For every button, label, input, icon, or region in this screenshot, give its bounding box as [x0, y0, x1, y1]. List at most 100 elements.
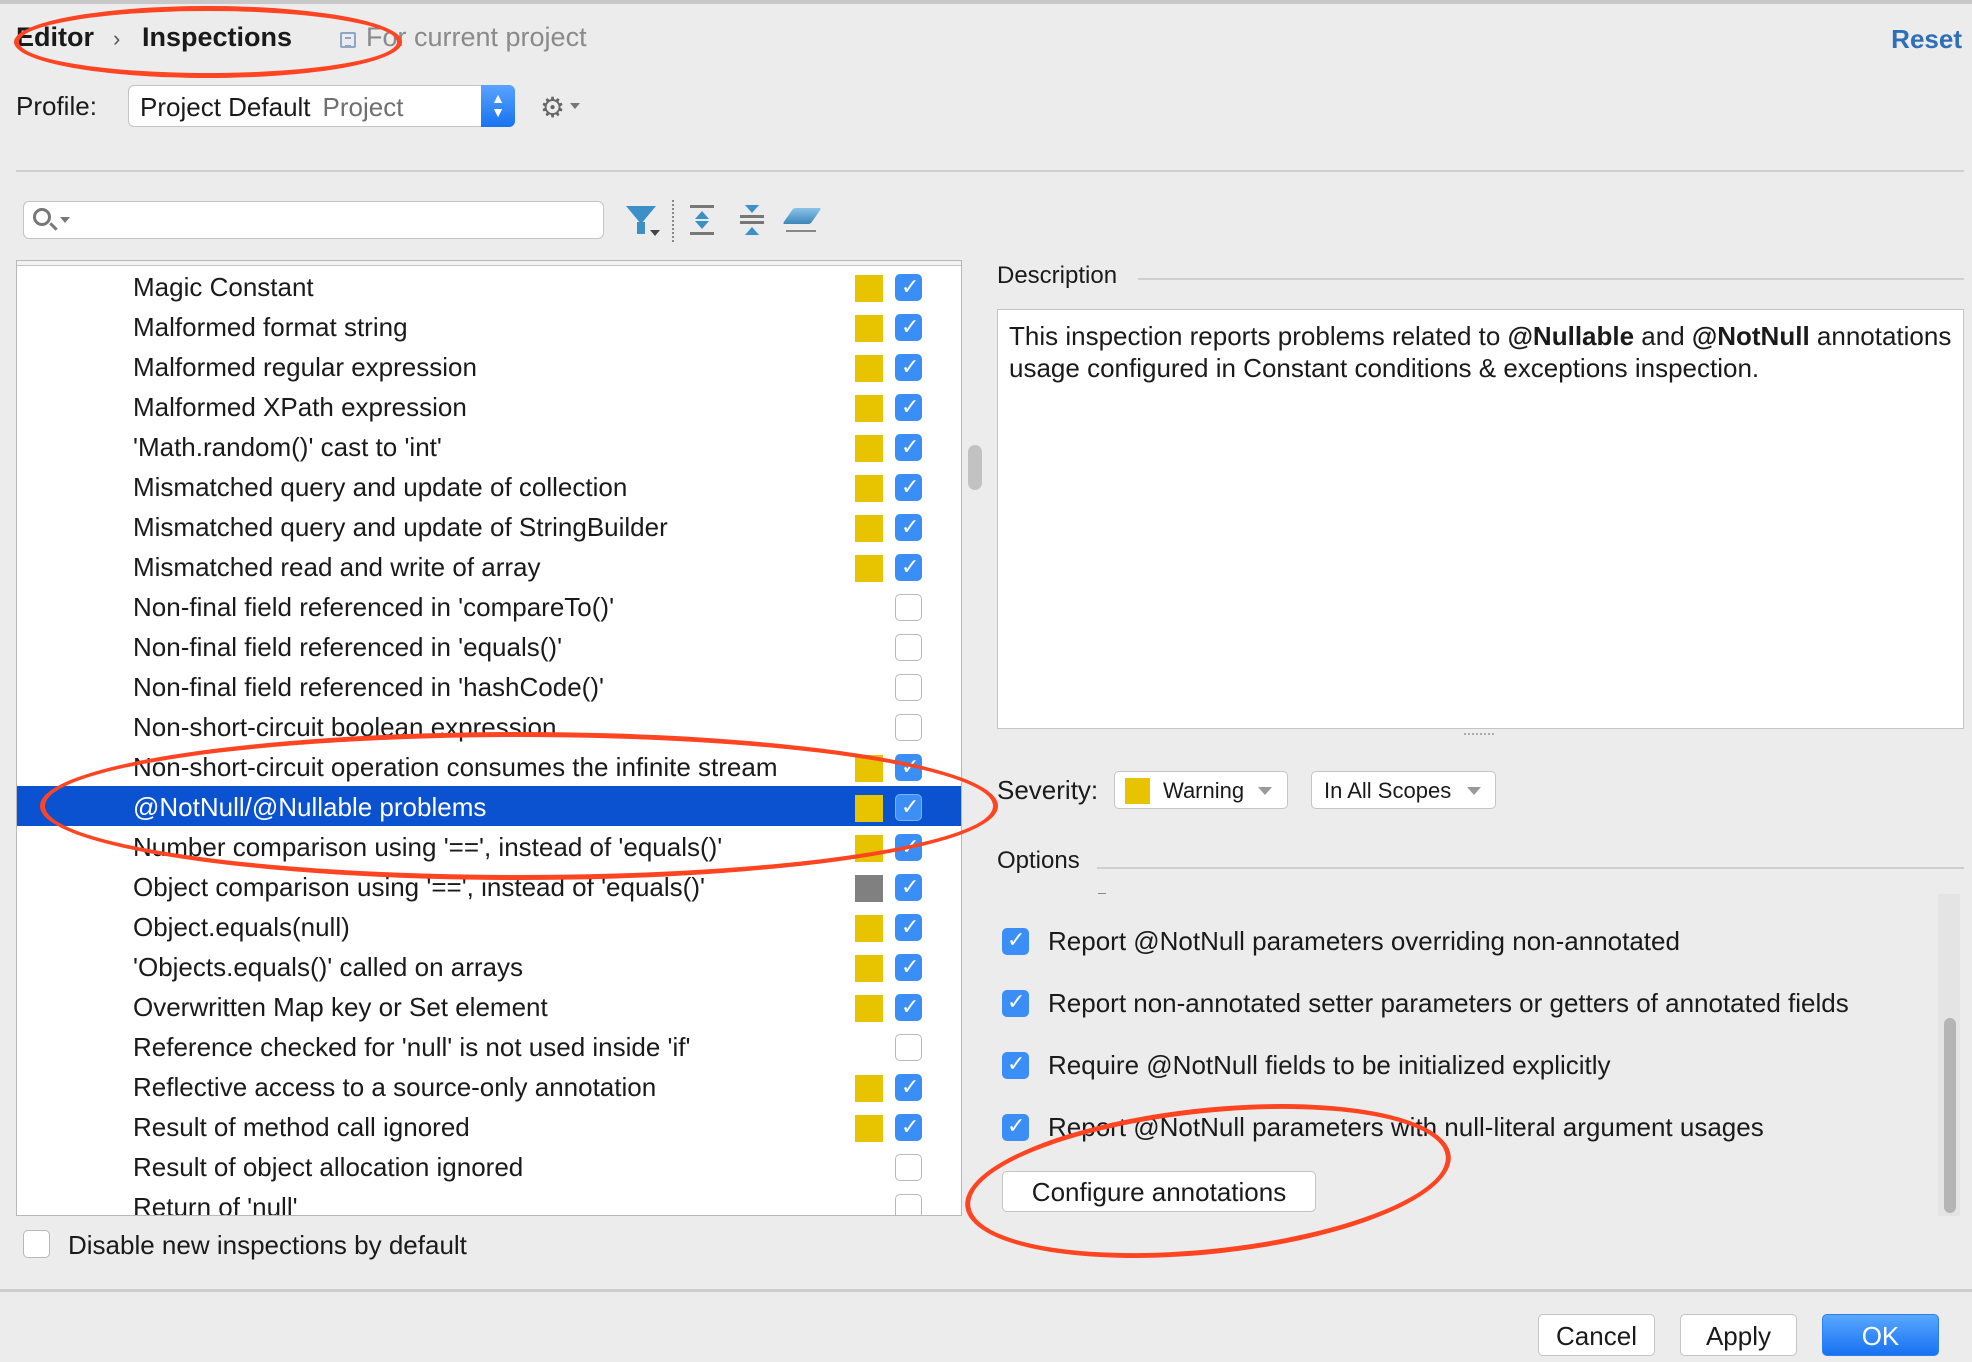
- inspection-label: @NotNull/@Nullable problems: [133, 792, 487, 822]
- inspection-label: Object comparison using '==', instead of…: [133, 872, 705, 902]
- checkbox-checked[interactable]: [895, 1074, 922, 1101]
- inspection-row[interactable]: Overwritten Map key or Set element: [17, 986, 961, 1026]
- scope-value: In All Scopes: [1324, 778, 1452, 803]
- inspection-row[interactable]: Non-final field referenced in 'hashCode(…: [17, 666, 961, 706]
- inspection-label: Reflective access to a source-only annot…: [133, 1072, 657, 1102]
- inspection-label: Malformed format string: [133, 312, 408, 342]
- inspection-row[interactable]: Malformed format string: [17, 306, 961, 346]
- checkbox-checked[interactable]: [895, 874, 922, 901]
- cancel-button[interactable]: Cancel: [1538, 1314, 1655, 1356]
- inspection-row[interactable]: 'Math.random()' cast to 'int': [17, 426, 961, 466]
- configure-annotations-button[interactable]: Configure annotations: [1002, 1171, 1316, 1212]
- inspection-row[interactable]: Reflective access to a source-only annot…: [17, 1066, 961, 1106]
- checkbox-checked[interactable]: [895, 394, 922, 421]
- description-divider: [1138, 278, 1964, 280]
- severity-swatch-icon: [855, 275, 883, 302]
- inspection-row[interactable]: Mismatched read and write of array: [17, 546, 961, 586]
- severity-swatch-icon: [855, 355, 883, 382]
- inspection-row[interactable]: 'Objects.equals()' called on arrays: [17, 946, 961, 986]
- checkbox-checked[interactable]: [1002, 928, 1029, 955]
- checkbox-unchecked[interactable]: [895, 1034, 922, 1061]
- checkbox-checked[interactable]: [895, 434, 922, 461]
- checkbox-checked[interactable]: [1002, 990, 1029, 1017]
- severity-swatch-icon: [855, 995, 883, 1022]
- severity-swatch-icon: [855, 1115, 883, 1142]
- inspection-row[interactable]: Mismatched query and update of collectio…: [17, 466, 961, 506]
- checkbox-checked[interactable]: [895, 274, 922, 301]
- options-divider: [1097, 867, 1964, 869]
- inspection-label: Non-short-circuit operation consumes the…: [133, 752, 778, 782]
- checkbox-checked[interactable]: [895, 514, 922, 541]
- options-label: Options: [997, 847, 1080, 874]
- inspection-row[interactable]: Result of method call ignored: [17, 1106, 961, 1146]
- apply-button[interactable]: Apply: [1680, 1314, 1797, 1356]
- checkbox-checked[interactable]: [895, 314, 922, 341]
- profile-select[interactable]: Project Default Project ▲ ▼: [128, 85, 515, 127]
- inspection-row[interactable]: Return of 'null': [17, 1186, 961, 1215]
- gear-icon[interactable]: ⚙: [540, 91, 565, 124]
- toolbar-separator: [672, 200, 674, 242]
- checkbox-checked[interactable]: [895, 554, 922, 581]
- checkbox-checked[interactable]: [895, 354, 922, 381]
- collapse-all-icon[interactable]: [740, 205, 764, 235]
- tree-scrollbar[interactable]: [962, 260, 986, 1216]
- checkbox-checked[interactable]: [895, 1114, 922, 1141]
- checkbox-checked[interactable]: [1002, 1114, 1029, 1141]
- ok-button[interactable]: OK: [1822, 1314, 1939, 1356]
- inspection-label: 'Math.random()' cast to 'int': [133, 432, 442, 462]
- checkbox-unchecked[interactable]: [895, 714, 922, 741]
- inspections-tree[interactable]: Magic Constant Malformed format string Mal…: [16, 260, 962, 1216]
- search-icon: [33, 208, 51, 226]
- checkbox-unchecked[interactable]: [895, 1194, 922, 1215]
- splitter-grip[interactable]: [1464, 733, 1494, 737]
- breadcrumb-separator: ›: [113, 26, 121, 51]
- checkbox-unchecked[interactable]: [895, 634, 922, 661]
- inspection-row[interactable]: Non-final field referenced in 'compareTo…: [17, 586, 961, 626]
- gear-dropdown-caret-icon: [570, 103, 580, 109]
- inspection-row[interactable]: Malformed regular expression: [17, 346, 961, 386]
- footer-divider: [0, 1289, 1972, 1292]
- severity-swatch-icon: [855, 555, 883, 582]
- updown-chevron-icon: ▲ ▼: [481, 85, 515, 127]
- tree-scrollbar-thumb[interactable]: [968, 445, 982, 490]
- options-scrollbar-thumb[interactable]: [1944, 1018, 1956, 1213]
- search-input[interactable]: [23, 201, 604, 239]
- inspection-row[interactable]: Result of object allocation ignored: [17, 1146, 961, 1186]
- reset-link[interactable]: Reset: [1891, 24, 1962, 55]
- checkbox-unchecked[interactable]: [23, 1230, 50, 1258]
- reset-to-default-icon-base: [786, 230, 816, 232]
- inspection-row[interactable]: Magic Constant: [17, 266, 961, 306]
- checkbox-checked[interactable]: [895, 914, 922, 941]
- reset-to-default-icon[interactable]: [782, 208, 822, 224]
- inspection-label: Magic Constant: [133, 272, 314, 302]
- expand-all-icon[interactable]: [690, 205, 714, 235]
- breadcrumb-editor[interactable]: Editor: [16, 22, 94, 53]
- inspection-label: 'Objects.equals()' called on arrays: [133, 952, 523, 982]
- inspection-row[interactable]: @NotNull/@Nullable problems: [17, 786, 961, 826]
- inspection-row[interactable]: Mismatched query and update of StringBui…: [17, 506, 961, 546]
- inspection-row[interactable]: Non-final field referenced in 'equals()': [17, 626, 961, 666]
- scope-select[interactable]: In All Scopes: [1311, 771, 1496, 809]
- inspection-row[interactable]: Non-short-circuit boolean expression: [17, 706, 961, 746]
- checkbox-checked[interactable]: [895, 954, 922, 981]
- checkbox-checked[interactable]: [895, 834, 922, 861]
- inspection-row[interactable]: Object comparison using '==', instead of…: [17, 866, 961, 906]
- checkbox-checked[interactable]: [895, 754, 922, 781]
- inspection-row[interactable]: Non-short-circuit operation consumes the…: [17, 746, 961, 786]
- checkbox-checked[interactable]: [895, 794, 922, 821]
- inspection-row[interactable]: Number comparison using '==', instead of…: [17, 826, 961, 866]
- inspection-row[interactable]: Object.equals(null): [17, 906, 961, 946]
- inspection-row[interactable]: Reference checked for 'null' is not used…: [17, 1026, 961, 1066]
- severity-swatch-icon: [855, 755, 883, 782]
- checkbox-unchecked[interactable]: [895, 594, 922, 621]
- checkbox-checked[interactable]: [1002, 1052, 1029, 1079]
- checkbox-unchecked[interactable]: [895, 1154, 922, 1181]
- severity-select[interactable]: Warning: [1114, 771, 1288, 809]
- inspection-row[interactable]: Malformed XPath expression: [17, 386, 961, 426]
- chevron-down-icon: [1258, 787, 1272, 795]
- checkbox-unchecked[interactable]: [895, 674, 922, 701]
- checkbox-checked[interactable]: [895, 474, 922, 501]
- checkbox-checked[interactable]: [895, 994, 922, 1021]
- inspection-label: Non-final field referenced in 'compareTo…: [133, 592, 615, 622]
- search-history-caret-icon[interactable]: [60, 217, 70, 223]
